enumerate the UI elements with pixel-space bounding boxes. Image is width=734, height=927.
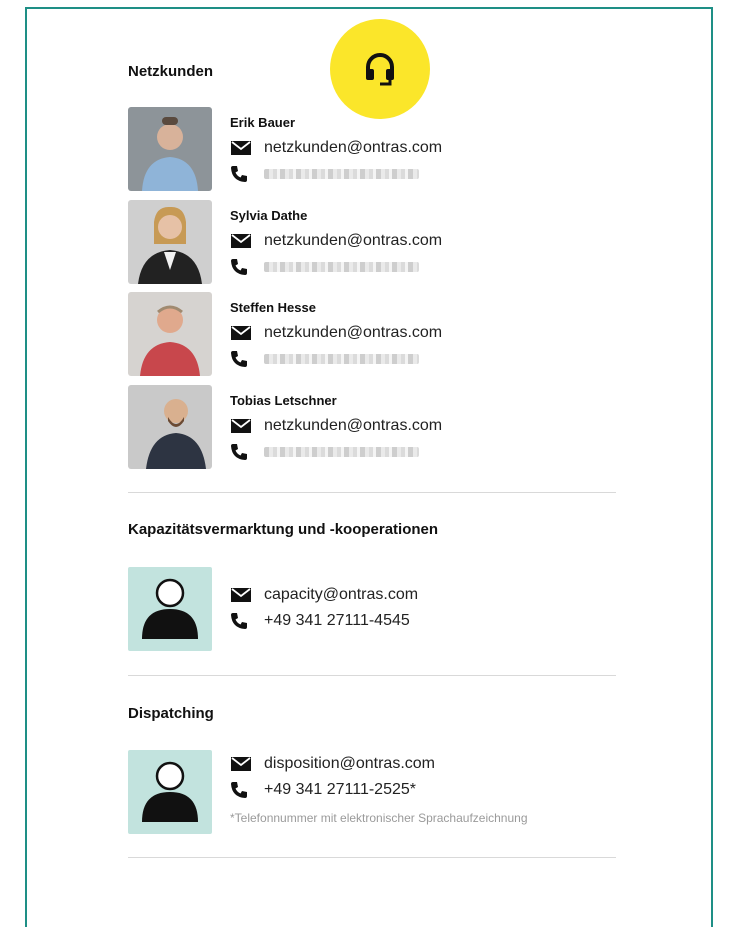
phone-icon (230, 611, 254, 631)
person-photo (128, 200, 212, 284)
person-silhouette-icon (142, 761, 198, 822)
mail-icon (230, 585, 254, 605)
person-name: Erik Bauer (230, 115, 296, 130)
mail-icon (230, 416, 254, 436)
phone-link[interactable]: +49 341 27111-2525* (264, 781, 416, 799)
email-link[interactable]: netzkunden@ontras.com (264, 417, 442, 435)
contact-group-capacity: capacity@ontras.com +49 341 27111-4545 (128, 567, 628, 651)
mail-icon (230, 231, 254, 251)
phone-row: +49 341 27111-4545 (230, 610, 410, 632)
person-name: Tobias Letschner (230, 393, 337, 408)
avatar-placeholder (128, 750, 212, 834)
email-row: netzkunden@ontras.com (230, 137, 442, 159)
person-photo (128, 292, 212, 376)
blurred-phone-number (264, 447, 419, 457)
blurred-phone-number (264, 354, 419, 364)
section-divider (128, 857, 616, 858)
email-row: netzkunden@ontras.com (230, 230, 442, 252)
phone-icon (230, 780, 254, 800)
avatar-placeholder (128, 567, 212, 651)
phone-row (230, 256, 419, 278)
email-link[interactable]: netzkunden@ontras.com (264, 139, 442, 157)
contact-person: Tobias Letschner netzkunden@ontras.com (128, 385, 628, 469)
phone-row (230, 163, 419, 185)
person-name: Steffen Hesse (230, 300, 316, 315)
section-title-capacity: Kapazitätsvermarktung und -kooperationen (128, 521, 439, 538)
phone-icon (230, 442, 254, 462)
person-photo (128, 107, 212, 191)
email-link[interactable]: netzkunden@ontras.com (264, 232, 442, 250)
section-divider (128, 492, 616, 493)
support-badge (330, 19, 430, 119)
section-title-dispatching: Dispatching (128, 705, 214, 722)
person-silhouette-icon (142, 578, 198, 639)
phone-icon (230, 349, 254, 369)
phone-icon (230, 164, 254, 184)
mail-icon (230, 323, 254, 343)
email-row: capacity@ontras.com (230, 584, 418, 606)
blurred-phone-number (264, 169, 419, 179)
email-link[interactable]: capacity@ontras.com (264, 586, 418, 604)
phone-row (230, 348, 419, 370)
person-name: Sylvia Dathe (230, 208, 308, 223)
email-row: disposition@ontras.com (230, 753, 435, 775)
headset-icon (366, 53, 394, 86)
contact-person: Steffen Hesse netzkunden@ontras.com (128, 292, 628, 376)
contact-group-dispatching: disposition@ontras.com +49 341 27111-252… (128, 750, 628, 834)
person-photo (128, 385, 212, 469)
phone-icon (230, 257, 254, 277)
mail-icon (230, 138, 254, 158)
email-link[interactable]: disposition@ontras.com (264, 755, 435, 773)
email-row: netzkunden@ontras.com (230, 322, 442, 344)
email-row: netzkunden@ontras.com (230, 415, 442, 437)
blurred-phone-number (264, 262, 419, 272)
email-link[interactable]: netzkunden@ontras.com (264, 324, 442, 342)
recording-note: *Telefonnummer mit elektronischer Sprach… (230, 811, 528, 825)
section-title-netzkunden: Netzkunden (128, 63, 214, 80)
phone-link[interactable]: +49 341 27111-4545 (264, 612, 410, 630)
phone-row (230, 441, 419, 463)
mail-icon (230, 754, 254, 774)
phone-row: +49 341 27111-2525* (230, 779, 416, 801)
contact-person: Sylvia Dathe netzkunden@ontras.com (128, 200, 628, 284)
section-divider (128, 675, 616, 676)
contact-person: Erik Bauer netzkunden@ontras.com (128, 107, 628, 191)
